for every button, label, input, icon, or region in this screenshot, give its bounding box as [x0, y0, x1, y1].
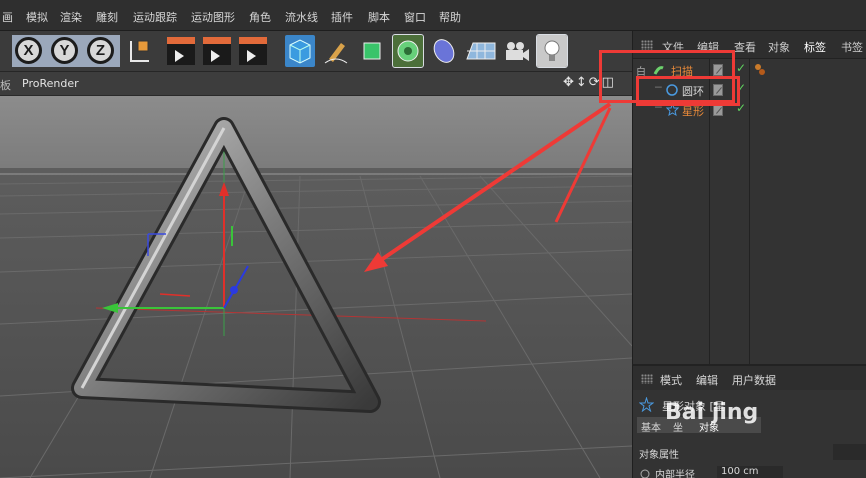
- viewport-sky: [0, 96, 632, 176]
- deformer-icon: [433, 39, 455, 63]
- pen-button[interactable]: [321, 35, 351, 67]
- render-picture-viewer-icon[interactable]: [203, 37, 231, 65]
- menu-item-character[interactable]: 角色: [249, 9, 271, 25]
- menu-item-plugins[interactable]: 插件: [331, 9, 353, 25]
- coordinate-system-icon: [130, 40, 149, 62]
- coordinate-system-button[interactable]: [123, 35, 153, 67]
- inner-radius-input[interactable]: 100 cm: [717, 466, 783, 478]
- panel-grip-icon[interactable]: [641, 374, 653, 384]
- subdivision-icon: [363, 42, 381, 60]
- viewport-header: 板 ProRender ✥↕⟳◫: [0, 72, 632, 96]
- enabled-check[interactable]: ✓: [736, 61, 746, 75]
- y-axis-lock-button[interactable]: Y: [51, 37, 78, 64]
- inner-radius-value: 100 cm: [721, 466, 759, 477]
- menu-item-draw[interactable]: 画: [2, 9, 13, 25]
- panel-grip-icon[interactable]: [641, 40, 653, 50]
- cube-button[interactable]: [285, 35, 315, 67]
- gizmo-z-handle[interactable]: [230, 286, 238, 294]
- tab-user-data[interactable]: 用户数据: [732, 372, 776, 388]
- render-view-icon[interactable]: [167, 37, 195, 65]
- star-object-icon: [639, 397, 654, 412]
- annotation-box-inner: [636, 76, 740, 106]
- menu-item-motion-tracking[interactable]: 运动跟踪: [133, 9, 177, 25]
- light-icon: [544, 40, 560, 61]
- menu-item-window[interactable]: 窗口: [404, 9, 426, 25]
- menu-item-help[interactable]: 帮助: [439, 9, 461, 25]
- cinema4d-window: 画 模拟 渲染 雕刻 运动跟踪 运动图形 角色 流水线 插件 脚本 窗口 帮助 …: [0, 0, 866, 478]
- render-settings-icon[interactable]: [239, 37, 267, 65]
- cloner-icon: [397, 40, 419, 62]
- 3d-viewport[interactable]: [0, 96, 632, 478]
- main-toolbar: X Y Z: [0, 31, 632, 72]
- attribute-manager: 模式 编辑 用户数据 星形对象 [星 基本 坐 对象 对象属性 内部半径 100…: [632, 364, 866, 478]
- inner-radius-label: 内部半径: [655, 470, 695, 478]
- x-axis-lock-button[interactable]: X: [15, 37, 42, 64]
- watermark: Bai jing: [665, 400, 759, 425]
- cube-icon: [289, 39, 311, 64]
- attribute-manager-menu: 模式 编辑 用户数据: [633, 366, 866, 390]
- tab-bookmarks[interactable]: 书签: [841, 39, 863, 55]
- subdivision-button[interactable]: [357, 35, 387, 67]
- viewport-scene: [0, 96, 632, 478]
- viewport-menu-panel[interactable]: 板: [0, 77, 11, 93]
- radio-icon[interactable]: [640, 469, 650, 478]
- light-button[interactable]: [536, 34, 568, 68]
- tab-mode[interactable]: 模式: [660, 372, 682, 388]
- menu-bar: 画 模拟 渲染 雕刻 运动跟踪 运动图形 角色 流水线 插件 脚本 窗口 帮助: [0, 0, 866, 31]
- tab-objects[interactable]: 对象: [768, 39, 790, 55]
- z-axis-lock-button[interactable]: Z: [87, 37, 114, 64]
- camera-button[interactable]: [501, 35, 531, 67]
- cloner-button[interactable]: [392, 34, 424, 68]
- deformer-button[interactable]: [429, 35, 459, 67]
- tab-view[interactable]: 查看: [734, 39, 756, 55]
- menu-item-render[interactable]: 渲染: [60, 9, 82, 25]
- pen-icon: [324, 43, 348, 64]
- tab-tags[interactable]: 标签: [804, 39, 826, 55]
- section-header: 对象属性: [639, 450, 679, 461]
- camera-icon: [506, 42, 529, 61]
- menu-item-simulate[interactable]: 模拟: [26, 9, 48, 25]
- viewport-menu-prorender[interactable]: ProRender: [22, 77, 79, 90]
- floor-icon: [466, 42, 496, 60]
- subtab-basic[interactable]: 基本: [641, 419, 661, 434]
- section-field[interactable]: [833, 444, 866, 460]
- menu-item-mograph[interactable]: 运动图形: [191, 9, 235, 25]
- menu-item-script[interactable]: 脚本: [368, 9, 390, 25]
- floor-button[interactable]: [465, 35, 496, 67]
- material-tag-icon[interactable]: [753, 62, 767, 76]
- tab-attr-edit[interactable]: 编辑: [696, 372, 718, 388]
- menu-item-pipeline[interactable]: 流水线: [285, 9, 318, 25]
- menu-item-sculpt[interactable]: 雕刻: [96, 9, 118, 25]
